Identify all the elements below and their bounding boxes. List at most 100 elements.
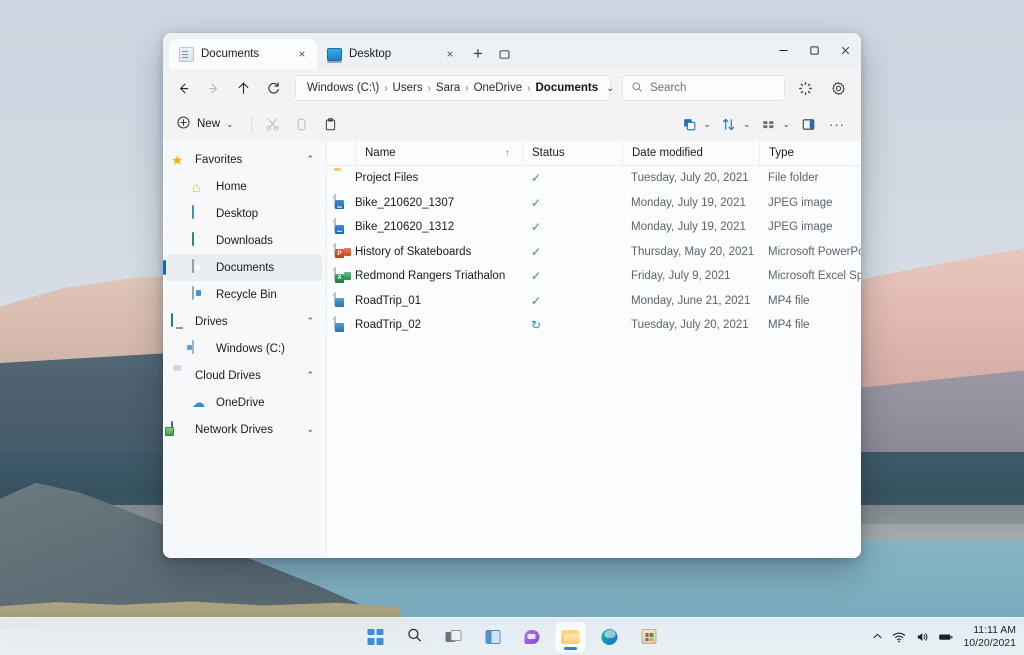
column-header-status[interactable]: Status: [522, 141, 622, 166]
minimize-button[interactable]: [768, 33, 799, 67]
table-row[interactable]: X Redmond Rangers Triathalon ✓ Friday, J…: [327, 264, 861, 289]
breadcrumb-sara[interactable]: Sara: [436, 82, 460, 94]
chevron-down-icon[interactable]: ⌄: [306, 424, 322, 435]
chat-icon: [524, 630, 539, 644]
table-row[interactable]: RoadTrip_02 ↻ Tuesday, July 20, 2021 MP4…: [327, 313, 861, 338]
sidebar-item-documents[interactable]: Documents: [165, 254, 322, 281]
title-bar: Documents × Desktop × +: [163, 33, 861, 69]
sidebar-item-label: Documents: [216, 262, 322, 274]
details-pane-icon[interactable]: [794, 111, 822, 137]
breadcrumb-onedrive[interactable]: OneDrive: [474, 82, 523, 94]
sidebar-item-recycle-bin[interactable]: Recycle Bin: [165, 281, 322, 308]
column-header-name[interactable]: Name ↑: [355, 141, 522, 166]
new-button-label: New: [197, 118, 220, 130]
view-icon[interactable]: [754, 111, 782, 137]
close-button[interactable]: [830, 33, 861, 67]
sidebar-item-onedrive[interactable]: ☁ OneDrive: [165, 389, 322, 416]
share-control[interactable]: ⌄: [675, 111, 714, 137]
window-body: ★ Favorites ⌃ ⌂ Home Desktop Downloads: [163, 141, 861, 558]
up-arrow-icon[interactable]: [229, 74, 257, 102]
breadcrumb-documents[interactable]: Documents: [535, 82, 598, 94]
sidebar-item-downloads[interactable]: Downloads: [165, 227, 322, 254]
tab-documents[interactable]: Documents ×: [169, 39, 317, 69]
view-control[interactable]: ⌄: [754, 111, 793, 137]
forward-arrow-icon[interactable]: [199, 74, 227, 102]
share-icon[interactable]: [675, 111, 703, 137]
chevron-up-icon[interactable]: ⌃: [306, 316, 322, 327]
tab-documents-close-icon[interactable]: ×: [294, 46, 310, 62]
chevron-up-icon[interactable]: ⌃: [306, 370, 322, 381]
wifi-icon[interactable]: [892, 630, 906, 644]
chevron-down-icon[interactable]: ⌄: [600, 83, 614, 94]
widgets-button[interactable]: [478, 622, 508, 652]
volume-icon[interactable]: [915, 630, 929, 644]
battery-icon[interactable]: [938, 630, 954, 644]
file-type: JPEG image: [759, 221, 861, 233]
search-button[interactable]: [400, 622, 430, 652]
sidebar-item-cloud-drives[interactable]: Cloud Drives ⌃: [165, 362, 322, 389]
chevron-down-icon[interactable]: ⌄: [743, 119, 754, 130]
file-rows: Project Files ✓ Tuesday, July 20, 2021 F…: [327, 166, 861, 558]
start-button[interactable]: [361, 622, 391, 652]
tab-list-icon[interactable]: [491, 41, 517, 67]
breadcrumb-users[interactable]: Users: [393, 82, 423, 94]
file-type: Microsoft PowerPoi...: [759, 246, 861, 258]
table-row[interactable]: RoadTrip_01 ✓ Monday, June 21, 2021 MP4 …: [327, 289, 861, 314]
sidebar-item-favorites[interactable]: ★ Favorites ⌃: [165, 146, 322, 173]
recycle-bin-icon: [192, 287, 208, 303]
sort-control[interactable]: ⌄: [715, 111, 754, 137]
copy-icon[interactable]: [288, 111, 316, 137]
new-button[interactable]: New ⌄: [171, 111, 244, 137]
tray-overflow-chevron-icon[interactable]: [872, 631, 883, 642]
date-modified: Tuesday, July 20, 2021: [622, 172, 759, 184]
cut-icon[interactable]: [259, 111, 287, 137]
search-input[interactable]: Search: [650, 82, 686, 94]
paste-icon[interactable]: [317, 111, 345, 137]
edge-button[interactable]: [595, 622, 625, 652]
chevron-down-icon[interactable]: ⌄: [703, 119, 714, 130]
sort-icon[interactable]: [715, 111, 743, 137]
address-bar[interactable]: Windows (C:\) › Users › Sara › OneDrive …: [295, 75, 611, 101]
tab-desktop-label: Desktop: [349, 48, 435, 60]
gear-icon[interactable]: [825, 75, 851, 101]
column-header-type[interactable]: Type: [759, 141, 861, 166]
synced-check-icon: ✓: [531, 246, 541, 258]
chevron-down-icon[interactable]: ⌄: [226, 119, 237, 130]
date-modified: Monday, July 19, 2021: [622, 221, 759, 233]
new-tab-button[interactable]: +: [465, 41, 491, 67]
table-row[interactable]: P History of Skateboards ✓ Thursday, May…: [327, 240, 861, 265]
breadcrumb-windows-c[interactable]: Windows (C:\): [307, 82, 379, 94]
cloud-icon: ☁: [192, 395, 208, 411]
search-box[interactable]: Search: [622, 75, 785, 101]
chevron-down-icon[interactable]: ⌄: [782, 119, 793, 130]
sidebar-item-drives[interactable]: Drives ⌃: [165, 308, 322, 335]
file-explorer-button[interactable]: [556, 622, 586, 652]
sidebar-item-home[interactable]: ⌂ Home: [165, 173, 322, 200]
sidebar-item-desktop[interactable]: Desktop: [165, 200, 322, 227]
store-button[interactable]: [634, 622, 664, 652]
file-type: MP4 file: [759, 319, 861, 331]
task-view-button[interactable]: [439, 622, 469, 652]
file-type: MP4 file: [759, 295, 861, 307]
table-row[interactable]: Bike_210620_1307 ✓ Monday, July 19, 2021…: [327, 191, 861, 216]
sync-progress-icon[interactable]: [792, 75, 818, 101]
chat-button[interactable]: [517, 622, 547, 652]
clock[interactable]: 11:11 AM 10/20/2021: [963, 624, 1016, 650]
tab-desktop-close-icon[interactable]: ×: [442, 46, 458, 62]
sidebar-item-windows-c[interactable]: Windows (C:): [165, 335, 322, 362]
back-arrow-icon[interactable]: [169, 74, 197, 102]
column-header-date-modified[interactable]: Date modified: [622, 141, 759, 166]
chevron-up-icon[interactable]: ⌃: [306, 154, 322, 165]
sidebar-item-network-drives[interactable]: Network Drives ⌄: [165, 416, 322, 443]
syncing-icon: ↻: [531, 319, 541, 331]
refresh-icon[interactable]: [259, 74, 287, 102]
sidebar-item-label: Windows (C:): [216, 343, 322, 355]
tab-desktop[interactable]: Desktop ×: [317, 39, 465, 69]
desktop-tab-icon: [327, 48, 342, 61]
jpeg-file-icon: [327, 219, 355, 235]
table-row[interactable]: Project Files ✓ Tuesday, July 20, 2021 F…: [327, 166, 861, 191]
hard-drive-icon: [192, 341, 208, 357]
maximize-button[interactable]: [799, 33, 830, 67]
table-row[interactable]: Bike_210620_1312 ✓ Monday, July 19, 2021…: [327, 215, 861, 240]
more-options-button[interactable]: ···: [823, 111, 851, 137]
